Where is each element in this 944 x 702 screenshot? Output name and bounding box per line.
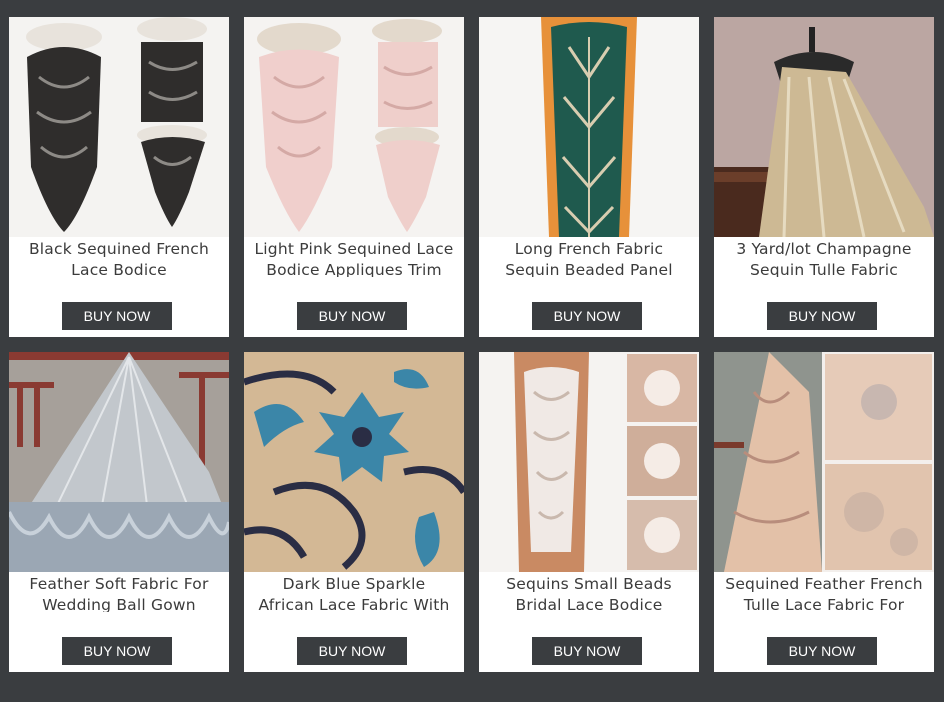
product-card[interactable]: Black Sequined French Lace Bodice Embroi… — [9, 17, 229, 337]
buy-now-button[interactable]: BUY NOW — [532, 302, 642, 330]
product-image[interactable] — [479, 352, 699, 572]
product-title[interactable]: Sequins Small Beads Bridal Lace Bodice A… — [489, 574, 689, 612]
buy-now-button[interactable]: BUY NOW — [767, 302, 877, 330]
product-card[interactable]: 3 Yard/lot Champagne Sequin Tulle Fabric… — [714, 17, 934, 337]
product-title[interactable]: 3 Yard/lot Champagne Sequin Tulle Fabric — [724, 239, 924, 277]
product-card[interactable]: Light Pink Sequined Lace Bodice Applique… — [244, 17, 464, 337]
buy-now-button[interactable]: BUY NOW — [297, 637, 407, 665]
product-image[interactable] — [9, 17, 229, 237]
product-image[interactable] — [9, 352, 229, 572]
product-title[interactable]: Dark Blue Sparkle African Lace Fabric Wi… — [254, 574, 454, 612]
product-image[interactable] — [479, 17, 699, 237]
product-card[interactable]: Sequins Small Beads Bridal Lace Bodice A… — [479, 352, 699, 672]
product-title[interactable]: Feather Soft Fabric For Wedding Ball Gow… — [19, 574, 219, 612]
product-grid: Black Sequined French Lace Bodice Embroi… — [0, 0, 944, 702]
product-card[interactable]: Dark Blue Sparkle African Lace Fabric Wi… — [244, 352, 464, 672]
product-image[interactable] — [244, 17, 464, 237]
product-card[interactable]: Sequined Feather French Tulle Lace Fabri… — [714, 352, 934, 672]
buy-now-button[interactable]: BUY NOW — [767, 637, 877, 665]
product-image[interactable] — [714, 17, 934, 237]
product-title[interactable]: Sequined Feather French Tulle Lace Fabri… — [724, 574, 924, 612]
product-image[interactable] — [714, 352, 934, 572]
product-title[interactable]: Black Sequined French Lace Bodice Embroi… — [19, 239, 219, 277]
product-title[interactable]: Light Pink Sequined Lace Bodice Applique… — [254, 239, 454, 277]
product-image[interactable] — [244, 352, 464, 572]
buy-now-button[interactable]: BUY NOW — [62, 637, 172, 665]
product-card[interactable]: Long French Fabric Sequin Beaded Panel B… — [479, 17, 699, 337]
buy-now-button[interactable]: BUY NOW — [62, 302, 172, 330]
buy-now-button[interactable]: BUY NOW — [532, 637, 642, 665]
product-card[interactable]: Feather Soft Fabric For Wedding Ball Gow… — [9, 352, 229, 672]
product-title[interactable]: Long French Fabric Sequin Beaded Panel — [489, 239, 689, 277]
buy-now-button[interactable]: BUY NOW — [297, 302, 407, 330]
